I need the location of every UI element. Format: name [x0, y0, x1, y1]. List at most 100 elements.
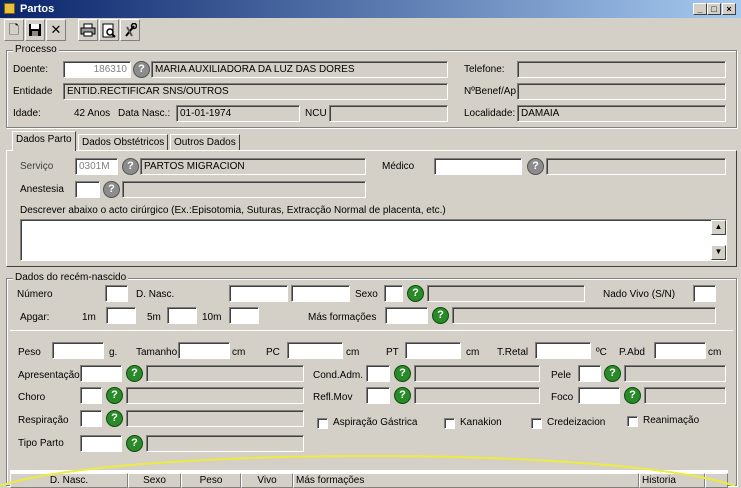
apgar-10m-field[interactable] — [229, 307, 259, 324]
apresentacao-help-icon[interactable]: ? — [126, 365, 143, 382]
dnasc-time-field[interactable] — [291, 285, 350, 302]
telefone-label: Telefone: — [464, 64, 505, 75]
pc-label: PC — [266, 347, 280, 358]
scroll-up-icon[interactable]: ▲ — [711, 220, 726, 235]
ncu-field — [329, 105, 448, 122]
print-preview-icon[interactable] — [99, 19, 119, 41]
tab-dados-parto[interactable]: Dados Parto — [12, 131, 76, 151]
respiracao-field[interactable] — [80, 410, 102, 427]
divider — [10, 330, 733, 331]
credeizacion-checkbox[interactable] — [531, 418, 542, 429]
datanasc-label: Data Nasc.: — [118, 108, 171, 119]
peso-label: Peso — [18, 347, 41, 358]
peso-unit: g. — [109, 347, 118, 358]
foco-field[interactable] — [578, 387, 620, 404]
numero-label: Número — [17, 289, 53, 300]
aspiracao-checkbox[interactable] — [317, 418, 328, 429]
anestesia-lookup-icon[interactable]: ? — [103, 181, 120, 198]
apgar-1m-label: 1m — [82, 312, 96, 323]
recem-nascido-legend: Dados do recém-nascido — [13, 272, 129, 283]
pc-unit: cm — [346, 347, 360, 358]
pc-field[interactable] — [287, 342, 343, 359]
pele-field[interactable] — [578, 365, 601, 382]
malformacoes-label: Más formações — [308, 312, 377, 323]
tretal-unit: ºC — [596, 347, 607, 358]
save-icon[interactable] — [25, 19, 45, 41]
reanimacao-label: Reanimação — [643, 415, 700, 426]
tab-dados-obstetricos[interactable]: Dados Obstétricos — [78, 134, 169, 151]
foco-help-icon[interactable]: ? — [624, 387, 641, 404]
sexo-label: Sexo — [355, 289, 378, 300]
descricao-textarea[interactable] — [20, 219, 727, 261]
servico-label: Serviço — [20, 161, 54, 172]
descrever-label: Descrever abaixo o acto cirúrgico (Ex.:E… — [20, 205, 446, 216]
delete-icon[interactable]: ✕ — [46, 19, 66, 41]
maximize-button[interactable]: □ — [707, 3, 721, 15]
choro-field[interactable] — [80, 387, 102, 404]
pt-field[interactable] — [405, 342, 461, 359]
pabd-unit: cm — [708, 347, 722, 358]
condadm-field[interactable] — [366, 365, 390, 382]
tretal-field[interactable] — [535, 342, 591, 359]
pt-label: PT — [386, 347, 399, 358]
minimize-button[interactable]: _ — [693, 3, 707, 15]
reanimacao-checkbox[interactable] — [627, 416, 638, 427]
condadm-help-icon[interactable]: ? — [394, 365, 411, 382]
apgar-1m-field[interactable] — [106, 307, 136, 324]
peso-field[interactable] — [52, 342, 104, 359]
pabd-field[interactable] — [654, 342, 706, 359]
close-button[interactable]: × — [722, 3, 736, 15]
medico-field[interactable] — [434, 158, 522, 175]
localidade-label: Localidade: — [464, 108, 516, 119]
pele-desc-field — [624, 365, 726, 382]
malformacoes-field[interactable] — [385, 307, 428, 324]
kanakion-checkbox[interactable] — [444, 418, 455, 429]
idade-value: 42 Anos — [74, 108, 111, 119]
numero-field[interactable] — [105, 285, 128, 302]
nbenef-label: NºBenef/Ap — [464, 86, 517, 97]
servico-lookup-icon[interactable]: ? — [122, 158, 139, 175]
scroll-down-icon[interactable]: ▼ — [711, 245, 726, 260]
doente-lookup-icon[interactable]: ? — [133, 61, 150, 78]
pele-help-icon[interactable]: ? — [604, 365, 621, 382]
entidade-label: Entidade — [13, 86, 53, 97]
respiracao-help-icon[interactable]: ? — [106, 410, 123, 427]
nado-vivo-label: Nado Vivo (S/N) — [603, 289, 676, 300]
choro-desc-field — [126, 387, 304, 404]
nado-vivo-field[interactable] — [693, 285, 716, 302]
dnasc-label: D. Nasc. — [136, 289, 175, 300]
anestesia-name-field — [122, 181, 366, 198]
tools-icon[interactable] — [120, 19, 140, 41]
sexo-desc-field — [427, 285, 585, 302]
reflmov-help-icon[interactable]: ? — [394, 387, 411, 404]
choro-help-icon[interactable]: ? — [106, 387, 123, 404]
foco-label: Foco — [551, 392, 574, 403]
app-icon — [4, 3, 15, 14]
apgar-5m-field[interactable] — [167, 307, 197, 324]
pabd-label: P.Abd — [619, 347, 645, 358]
anestesia-field[interactable] — [75, 181, 100, 198]
dnasc-date-field[interactable] — [229, 285, 288, 302]
reflmov-field[interactable] — [366, 387, 390, 404]
pt-unit: cm — [466, 347, 480, 358]
apresentacao-field[interactable] — [80, 365, 122, 382]
servico-code-field[interactable]: 0301M — [75, 158, 118, 175]
sexo-field[interactable] — [384, 285, 403, 302]
aspiracao-label: Aspiração Gástrica — [333, 417, 418, 428]
tamanho-label: Tamanho — [136, 347, 178, 358]
kanakion-label: Kanakion — [460, 417, 502, 428]
pele-label: Pele — [551, 370, 572, 381]
new-document-icon[interactable]: 🗋 — [4, 19, 24, 41]
malformacoes-help-icon[interactable]: ? — [432, 307, 449, 324]
print-icon[interactable] — [78, 19, 98, 41]
doente-number-field[interactable]: 186310 — [63, 61, 131, 78]
processo-legend: Processo — [13, 44, 59, 55]
medico-lookup-icon[interactable]: ? — [527, 158, 544, 175]
tab-outros-dados[interactable]: Outros Dados — [170, 134, 240, 151]
medico-label: Médico — [382, 161, 415, 172]
condadm-label: Cond.Adm. — [313, 370, 364, 381]
datanasc-field: 01-01-1974 — [176, 105, 300, 122]
credeizacion-label: Credeizacion — [547, 417, 606, 428]
tamanho-field[interactable] — [178, 342, 230, 359]
sexo-help-icon[interactable]: ? — [407, 285, 424, 302]
